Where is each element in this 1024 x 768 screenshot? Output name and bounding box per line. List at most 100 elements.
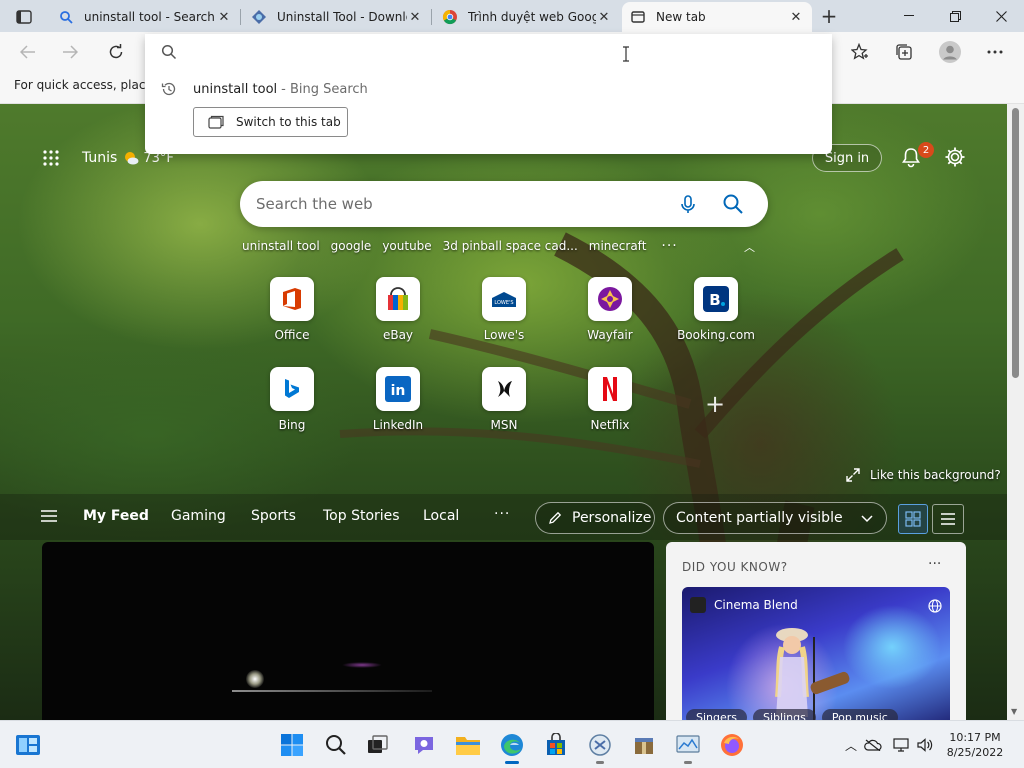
restore-icon[interactable] [932, 0, 978, 32]
page-scrollbar[interactable]: ▼ [1007, 104, 1024, 720]
favorites-icon[interactable] [846, 38, 874, 66]
feed-tab-gaming[interactable]: Gaming [171, 508, 226, 524]
list-icon [941, 513, 955, 525]
microphone-icon[interactable] [678, 194, 698, 214]
volume-icon[interactable] [916, 737, 934, 753]
tile-label: Office [274, 328, 310, 342]
scrollbar-thumb[interactable] [1012, 108, 1019, 378]
distant-lights [342, 662, 382, 668]
chat-icon[interactable] [408, 729, 440, 761]
tab-uninstall-tool[interactable]: Uninstall Tool - Downlo ✕ [243, 2, 431, 32]
tab-search[interactable]: uninstall tool - Search ✕ [50, 2, 240, 32]
more-trending-icon[interactable]: ··· [661, 238, 677, 254]
trending-item[interactable]: google [331, 239, 372, 253]
refresh-icon[interactable] [102, 38, 130, 66]
singer-illustration [775, 628, 850, 720]
settings-more-icon[interactable] [981, 38, 1009, 66]
more-tabs-icon[interactable]: ··· [494, 506, 510, 522]
tab-actions-icon[interactable] [10, 6, 38, 28]
address-bar-input[interactable] [145, 34, 832, 70]
close-tab-icon[interactable]: ✕ [216, 9, 232, 25]
scroll-down-icon[interactable]: ▼ [1011, 707, 1017, 716]
monitor-icon[interactable] [672, 729, 704, 764]
apps-grid-icon[interactable] [42, 149, 60, 167]
close-tab-icon[interactable]: ✕ [407, 9, 423, 25]
menu-icon[interactable] [40, 509, 58, 523]
quick-link-lowes[interactable]: LOWE'S Lowe's [459, 277, 549, 357]
svg-text:LOWE'S: LOWE'S [494, 300, 513, 306]
new-tab-button[interactable]: + [818, 4, 840, 28]
did-you-know-image[interactable]: Cinema Blend Singers Siblings Pop music [682, 587, 950, 720]
trending-item[interactable]: uninstall tool [242, 239, 320, 253]
tile-label: eBay [382, 328, 414, 342]
onedrive-icon[interactable] [864, 737, 882, 753]
chevron-up-icon[interactable]: ︿ [744, 239, 755, 255]
like-background-link[interactable]: Like this background? [846, 466, 1001, 484]
archive-icon[interactable] [628, 729, 660, 761]
gear-icon[interactable] [944, 146, 966, 168]
topic-chip[interactable]: Siblings [753, 709, 816, 720]
close-window-icon[interactable] [978, 0, 1024, 32]
personalize-button[interactable]: Personalize [535, 502, 655, 534]
task-view-icon[interactable] [362, 729, 394, 761]
close-tab-icon[interactable]: ✕ [788, 9, 804, 25]
feed-tab-local[interactable]: Local [423, 508, 459, 524]
hero-news-card[interactable] [42, 542, 654, 720]
feed-tab-top-stories[interactable]: Top Stories [323, 508, 400, 524]
feed-navigation: My Feed Gaming Sports Top Stories Local … [0, 494, 1007, 540]
quick-link-bing[interactable]: Bing [247, 367, 337, 447]
ebay-icon [376, 277, 420, 321]
tab-title: Trình duyệt web Googl [468, 10, 596, 24]
road-line [232, 690, 432, 692]
content-visibility-select[interactable]: Content partially visible [663, 502, 887, 534]
close-tab-icon[interactable]: ✕ [596, 9, 612, 25]
more-options-icon[interactable]: ··· [928, 556, 941, 572]
suggestion-row[interactable]: uninstall tool - Bing Search [145, 74, 832, 104]
quick-link-office[interactable]: Office [247, 277, 337, 357]
uninstaller-icon[interactable] [584, 729, 616, 764]
tab-new-tab[interactable]: New tab ✕ [622, 2, 812, 32]
running-indicator [505, 761, 519, 764]
file-explorer-icon[interactable] [452, 729, 484, 761]
search-icon[interactable] [320, 729, 352, 761]
edge-icon[interactable] [496, 729, 528, 764]
list-layout-button[interactable] [932, 504, 964, 534]
quick-link-netflix[interactable]: Netflix [565, 367, 655, 447]
network-icon[interactable] [892, 737, 910, 753]
widgets-icon[interactable] [12, 729, 44, 761]
weather-location[interactable]: Tunis [82, 150, 117, 166]
quick-link-wayfair[interactable]: Wayfair [565, 277, 655, 357]
search-icon[interactable] [722, 193, 744, 215]
lowes-icon: LOWE'S [482, 277, 526, 321]
grid-layout-button[interactable] [898, 504, 928, 534]
feed-tab-my-feed[interactable]: My Feed [83, 508, 149, 524]
globe-icon[interactable] [928, 599, 942, 613]
office-icon [270, 277, 314, 321]
quick-link-ebay[interactable]: eBay [353, 277, 443, 357]
minimize-icon[interactable] [886, 0, 932, 32]
quick-link-booking[interactable]: B Booking.com [671, 277, 761, 357]
collections-icon[interactable] [890, 38, 918, 66]
article-source: Cinema Blend [690, 597, 798, 613]
grid-icon [905, 511, 921, 527]
trending-item[interactable]: youtube [382, 239, 431, 253]
quick-link-msn[interactable]: MSN [459, 367, 549, 447]
tab-chrome[interactable]: Trình duyệt web Googl ✕ [434, 2, 620, 32]
windows-start-icon[interactable] [276, 729, 308, 761]
topic-chip[interactable]: Pop music [821, 709, 898, 720]
switch-to-tab-button[interactable]: Switch to this tab [193, 107, 348, 137]
forward-arrow-icon[interactable] [56, 38, 84, 66]
topic-chip[interactable]: Singers [686, 709, 748, 720]
trending-item[interactable]: 3d pinball space cad... [443, 239, 578, 253]
profile-avatar-icon[interactable] [936, 38, 964, 66]
quick-link-linkedin[interactable]: in LinkedIn [353, 367, 443, 447]
add-shortcut-icon[interactable]: + [703, 390, 727, 418]
chevron-up-icon[interactable]: ︿ [842, 737, 860, 753]
firefox-icon[interactable] [716, 729, 748, 761]
store-icon[interactable] [540, 729, 572, 761]
back-arrow-icon[interactable] [14, 38, 42, 66]
trending-item[interactable]: minecraft [589, 239, 647, 253]
web-search-input[interactable] [256, 181, 656, 227]
system-clock[interactable]: 10:17 PM 8/25/2022 [940, 730, 1010, 760]
feed-tab-sports[interactable]: Sports [251, 508, 296, 524]
